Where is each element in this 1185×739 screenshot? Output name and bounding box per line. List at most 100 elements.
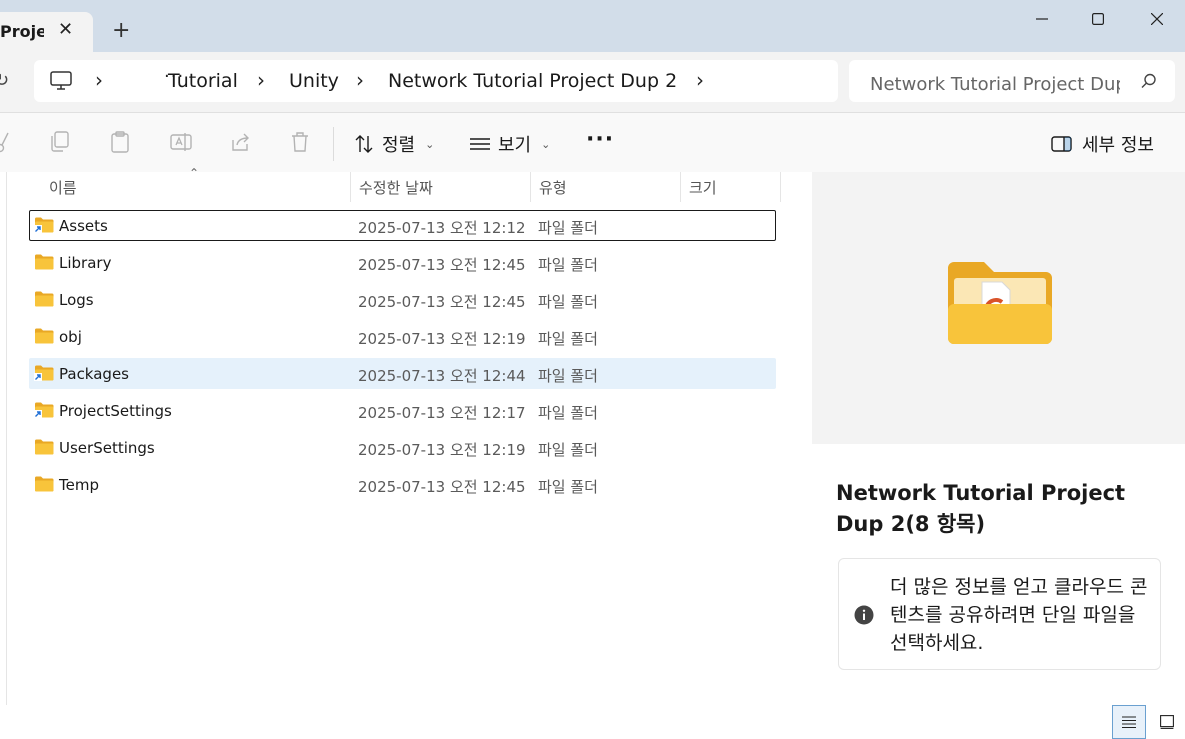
folder-shortcut-icon <box>34 217 54 233</box>
chevron-down-icon: ⌄ <box>541 137 551 151</box>
close-window-button[interactable] <box>1129 0 1185 38</box>
minimize-button[interactable] <box>1014 0 1070 38</box>
file-date: 2025-07-13 오전 12:19 <box>358 441 526 459</box>
details-view-button[interactable] <box>1112 705 1146 739</box>
tab-title: Project <box>0 22 44 41</box>
view-label: 보기 <box>498 135 532 156</box>
file-name: Packages <box>59 365 129 383</box>
toolbar-divider <box>333 127 334 161</box>
breadcrumb-tutorial[interactable]: Tutorial <box>168 70 238 92</box>
chevron-down-icon: ⌄ <box>425 137 435 151</box>
view-list-icon <box>470 138 490 150</box>
file-row[interactable]: UserSettings 2025-07-13 오전 12:19 파일 폴더 <box>29 432 776 463</box>
info-box: 더 많은 정보를 얻고 클라우드 콘텐츠를 공유하려면 단일 파일을 선택하세요… <box>838 558 1161 670</box>
details-pane-button[interactable]: 세부 정보 <box>1051 131 1154 157</box>
chevron-right-icon[interactable]: › <box>696 68 704 92</box>
file-row[interactable]: obj 2025-07-13 오전 12:19 파일 폴더 <box>29 321 776 352</box>
column-divider[interactable] <box>350 172 351 202</box>
breadcrumb-unity[interactable]: Unity <box>289 70 339 92</box>
column-header-type[interactable]: 유형 <box>539 172 567 202</box>
column-header-name[interactable]: 이름 <box>49 172 77 202</box>
file-name: Library <box>59 254 112 272</box>
file-date: 2025-07-13 오전 12:44 <box>358 367 526 385</box>
more-options-button[interactable]: ··· <box>586 127 614 152</box>
file-name: ProjectSettings <box>59 402 172 420</box>
file-list: ⌃ 이름 수정한 날짜 유형 크기 Assets 2025-07-13 오전 12… <box>6 166 810 705</box>
sort-label: 정렬 <box>382 135 416 156</box>
file-date: 2025-07-13 오전 12:17 <box>358 404 526 422</box>
tiles-view-button[interactable] <box>1150 705 1184 739</box>
column-header-date[interactable]: 수정한 날짜 <box>359 172 433 202</box>
sort-ascending-indicator: ⌃ <box>189 166 200 180</box>
file-type: 파일 폴더 <box>538 330 598 348</box>
breadcrumb-current[interactable]: Network Tutorial Project Dup 2 <box>388 70 677 92</box>
preview-area <box>812 172 1185 444</box>
chevron-right-icon[interactable]: › <box>95 68 103 92</box>
chevron-right-icon[interactable]: › <box>356 68 364 92</box>
column-divider[interactable] <box>780 172 781 202</box>
status-bar <box>0 705 1185 739</box>
file-date: 2025-07-13 오전 12:19 <box>358 330 526 348</box>
search-input[interactable]: Network Tutorial Project Dup 2 검색 <box>849 60 1175 102</box>
details-view-icon <box>1122 716 1136 729</box>
new-tab-button[interactable]: + <box>112 20 130 42</box>
folder-icon <box>35 254 54 270</box>
share-icon[interactable] <box>230 131 252 153</box>
file-type: 파일 폴더 <box>538 367 598 385</box>
delete-icon[interactable] <box>290 131 310 153</box>
tab-current[interactable]: Project ✕ <box>0 12 93 52</box>
file-type: 파일 폴더 <box>538 404 598 422</box>
details-label: 세부 정보 <box>1082 135 1154 156</box>
file-date: 2025-07-13 오전 12:45 <box>358 256 526 274</box>
details-pane: Network Tutorial Project Dup 2(8 항목) 더 많… <box>812 172 1185 705</box>
view-button[interactable]: 보기 ⌄ <box>470 131 550 157</box>
this-pc-icon[interactable] <box>50 71 72 91</box>
cut-icon[interactable] <box>0 131 10 153</box>
folder-icon <box>35 291 54 307</box>
file-type: 파일 폴더 <box>538 256 598 274</box>
search-placeholder: Network Tutorial Project Dup 2 검색 <box>870 74 1120 95</box>
file-name: obj <box>59 328 82 346</box>
maximize-button[interactable] <box>1070 0 1126 38</box>
column-divider[interactable] <box>530 172 531 202</box>
file-row[interactable]: Library 2025-07-13 오전 12:45 파일 폴더 <box>29 247 776 278</box>
file-name: Logs <box>59 291 94 309</box>
column-header-size[interactable]: 크기 <box>689 172 717 202</box>
minimize-icon <box>1036 18 1048 20</box>
info-text: 더 많은 정보를 얻고 클라우드 콘텐츠를 공유하려면 단일 파일을 선택하세요… <box>890 576 1148 654</box>
tiles-view-icon <box>1160 715 1174 729</box>
folder-shortcut-icon <box>34 402 54 418</box>
file-row[interactable]: Assets 2025-07-13 오전 12:12 파일 폴더 <box>29 210 776 241</box>
file-type: 파일 폴더 <box>538 219 598 237</box>
command-bar: 정렬 ⌄ 보기 ⌄ ··· 세부 정보 <box>0 112 1185 172</box>
tab-close-icon[interactable]: ✕ <box>58 20 73 40</box>
file-date: 2025-07-13 오전 12:45 <box>358 478 526 496</box>
file-type: 파일 폴더 <box>538 478 598 496</box>
file-row[interactable]: ProjectSettings 2025-07-13 오전 12:17 파일 폴더 <box>29 395 776 426</box>
address-bar[interactable]: › ··· Tutorial › Unity › Network Tutoria… <box>34 60 838 102</box>
file-type: 파일 폴더 <box>538 441 598 459</box>
copy-icon[interactable] <box>50 131 70 153</box>
rename-icon[interactable] <box>170 131 192 153</box>
column-divider[interactable] <box>680 172 681 202</box>
sort-icon <box>355 135 373 153</box>
maximize-icon <box>1092 13 1104 25</box>
address-row: ↻ › ··· Tutorial › Unity › Network Tutor… <box>0 52 1185 112</box>
file-row[interactable]: Packages 2025-07-13 오전 12:44 파일 폴더 <box>29 358 776 389</box>
file-type: 파일 폴더 <box>538 293 598 311</box>
details-pane-icon <box>1051 136 1072 152</box>
file-row[interactable]: Temp 2025-07-13 오전 12:45 파일 폴더 <box>29 469 776 500</box>
search-icon[interactable] <box>1141 73 1157 89</box>
sort-button[interactable]: 정렬 ⌄ <box>354 131 434 157</box>
file-date: 2025-07-13 오전 12:45 <box>358 293 526 311</box>
file-name: UserSettings <box>59 439 155 457</box>
folder-shortcut-icon <box>34 365 54 381</box>
paste-icon[interactable] <box>110 131 130 153</box>
chevron-right-icon[interactable]: › <box>257 68 265 92</box>
folder-icon <box>35 439 54 455</box>
refresh-icon[interactable]: ↻ <box>0 70 9 91</box>
file-row[interactable]: Logs 2025-07-13 오전 12:45 파일 폴더 <box>29 284 776 315</box>
info-icon <box>854 605 874 625</box>
close-icon <box>1151 13 1163 25</box>
file-name: Temp <box>59 476 99 494</box>
